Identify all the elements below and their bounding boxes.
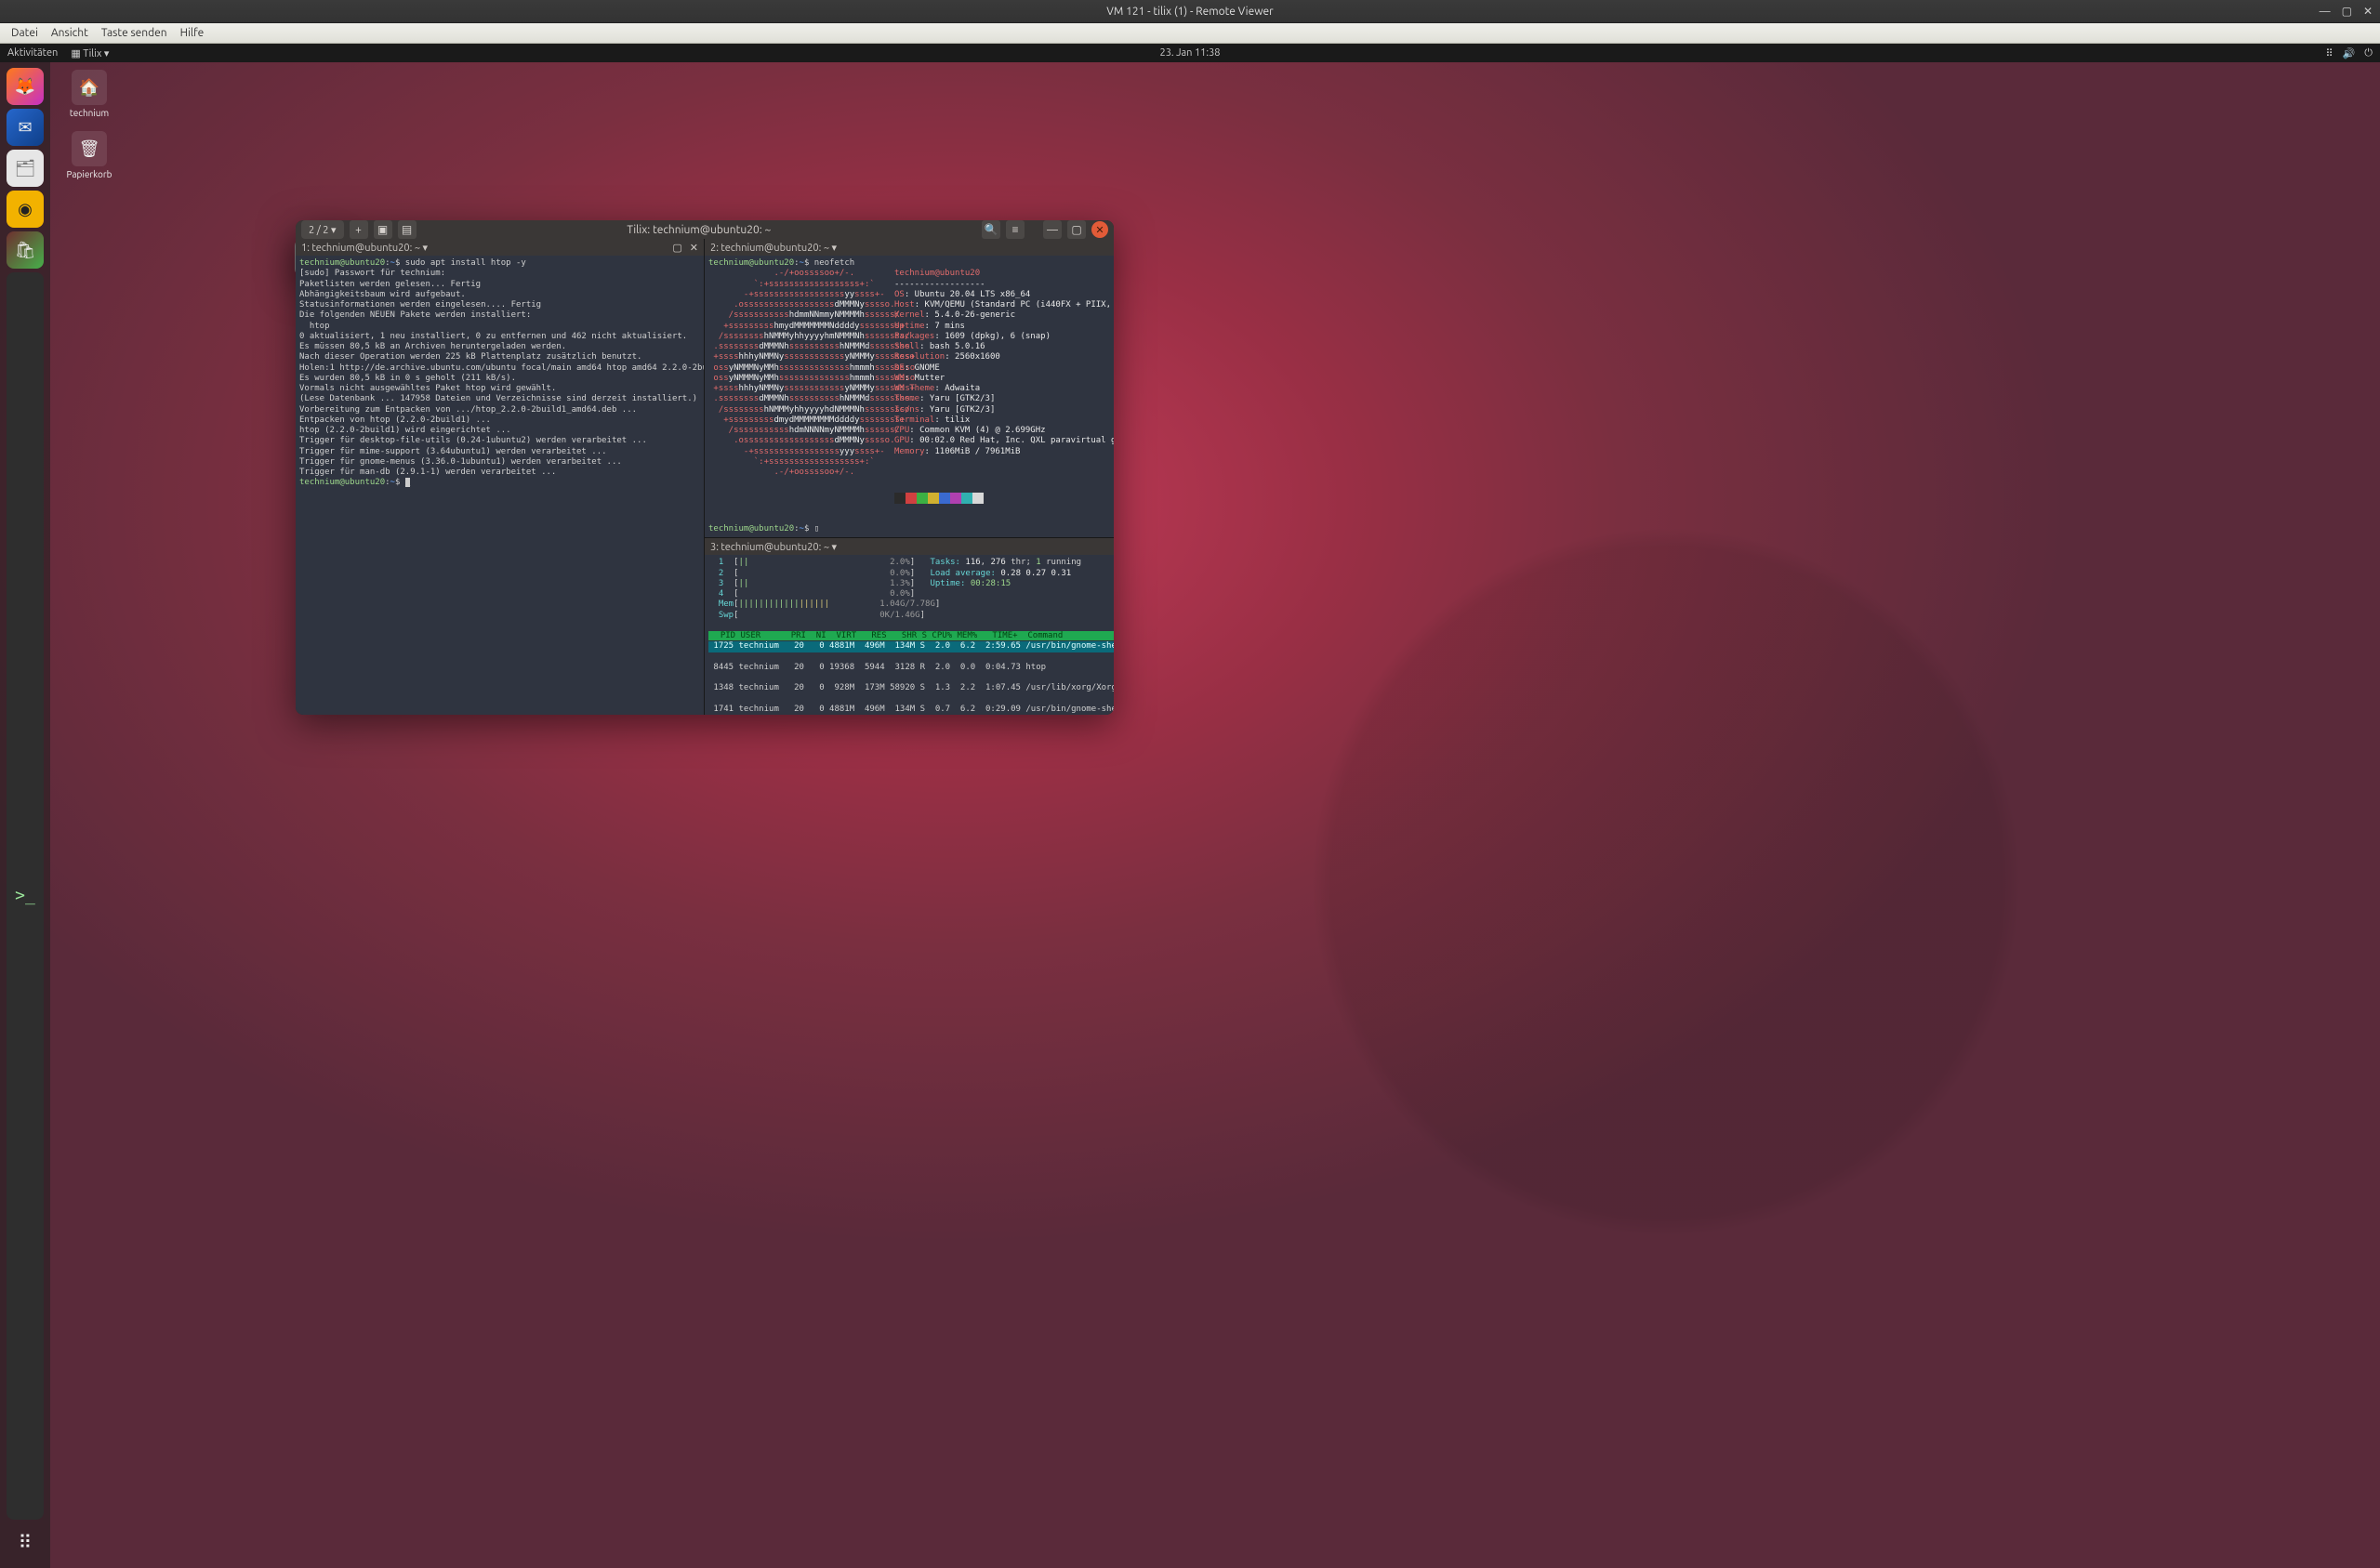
desktop-label: Papierkorb — [60, 169, 119, 179]
tilix-pane-1[interactable]: 1: technium@ubuntu20: ~ ▾ ▢✕ technium@ub… — [296, 239, 705, 715]
dock-app-terminal[interactable]: >_ — [7, 272, 44, 1520]
tilix-title: Tilix: technium@ubuntu20: ~ — [422, 224, 976, 236]
terminal-1[interactable]: technium@ubuntu20:~$ sudo apt install ht… — [296, 256, 704, 715]
tilix-headerbar[interactable]: 2 / 2 ▾ + ▣ ▤ Tilix: technium@ubuntu20: … — [296, 220, 1114, 239]
dock-app-rhythmbox[interactable]: ◉ — [7, 191, 44, 228]
sound-icon[interactable]: 🔊 — [2343, 47, 2356, 59]
dock-app-files[interactable]: 🗂 — [7, 150, 44, 187]
tilix-pane-2[interactable]: 2: technium@ubuntu20: ~ ▾ ▢✕ technium@ub… — [705, 239, 1114, 538]
tilix-session-switcher[interactable]: 2 / 2 ▾ — [301, 220, 344, 239]
gnome-clock[interactable]: 23. Jan 11:38 — [1159, 47, 1220, 59]
desktop-icons: 🏠 technium 🗑 Papierkorb — [60, 70, 119, 192]
guest-screen: Aktivitäten ▦ Tilix ▾ 23. Jan 11:38 ⠿ 🔊 … — [0, 44, 2380, 1568]
remote-viewer-window: VM 121 - tilix (1) - Remote Viewer — ▢ ✕… — [0, 0, 2380, 1568]
power-icon[interactable]: ⏻ — [2364, 47, 2373, 59]
terminal-3[interactable]: 1 [|| 2.0%] Tasks: 116, 276 thr; 1 runni… — [705, 555, 1114, 715]
home-folder-icon: 🏠 — [72, 70, 107, 105]
pane-maximize-icon[interactable]: ▢ — [672, 242, 681, 254]
pane-tab-3[interactable]: 3: technium@ubuntu20: ~ ▾ ▢✕ — [705, 538, 1114, 555]
pane-close-icon[interactable]: ✕ — [690, 242, 698, 254]
minimize-icon[interactable]: — — [2320, 6, 2331, 18]
desktop-icon-home[interactable]: 🏠 technium — [60, 70, 119, 118]
dock-app-thunderbird[interactable]: ✉ — [7, 109, 44, 146]
terminal-2[interactable]: technium@ubuntu20:~$ neofetch .-/+oossss… — [705, 256, 1114, 537]
menu-view[interactable]: Ansicht — [51, 27, 88, 39]
show-applications-icon[interactable]: ⠿ — [7, 1523, 44, 1561]
pane-tab-2[interactable]: 2: technium@ubuntu20: ~ ▾ ▢✕ — [705, 239, 1114, 256]
close-icon[interactable]: ✕ — [2363, 5, 2373, 18]
app-indicator[interactable]: ▦ Tilix ▾ — [71, 47, 109, 59]
tilix-search-button[interactable]: 🔍 — [982, 220, 1000, 239]
window-minimize-button[interactable]: — — [1043, 220, 1062, 239]
menu-sendkey[interactable]: Taste senden — [101, 27, 167, 39]
window-maximize-button[interactable]: ▢ — [1067, 220, 1086, 239]
tilix-fullscreen-button[interactable]: ▣ — [374, 220, 392, 239]
desktop-label: technium — [60, 108, 119, 118]
gnome-topbar[interactable]: Aktivitäten ▦ Tilix ▾ 23. Jan 11:38 ⠿ 🔊 … — [0, 44, 2380, 62]
remote-viewer-title: VM 121 - tilix (1) - Remote Viewer — [1106, 6, 1273, 18]
tilix-hamburger-button[interactable]: ≡ — [1006, 220, 1025, 239]
pane-tab-1[interactable]: 1: technium@ubuntu20: ~ ▾ ▢✕ — [296, 239, 704, 256]
window-close-button[interactable]: ✕ — [1091, 221, 1108, 238]
dock-app-firefox[interactable]: 🦊 — [7, 68, 44, 105]
remote-viewer-menubar: Datei Ansicht Taste senden Hilfe — [0, 23, 2380, 44]
menu-file[interactable]: Datei — [11, 27, 38, 39]
network-icon[interactable]: ⠿ — [2326, 47, 2334, 59]
tilix-window[interactable]: 2 / 2 ▾ + ▣ ▤ Tilix: technium@ubuntu20: … — [296, 220, 1114, 715]
gnome-dock: 🦊 ✉ 🗂 ◉ 🛍 >_ ▦ ⠿ — [0, 62, 50, 1568]
tilix-sidebar-button[interactable]: ▤ — [398, 220, 416, 239]
remote-viewer-titlebar[interactable]: VM 121 - tilix (1) - Remote Viewer — ▢ ✕ — [0, 0, 2380, 23]
dock-app-software[interactable]: 🛍 — [7, 231, 44, 269]
menu-help[interactable]: Hilfe — [180, 27, 205, 39]
trash-icon: 🗑 — [72, 131, 107, 166]
activities-button[interactable]: Aktivitäten — [7, 47, 58, 59]
tilix-pane-3[interactable]: 3: technium@ubuntu20: ~ ▾ ▢✕ 1 [|| 2.0%]… — [705, 538, 1114, 715]
maximize-icon[interactable]: ▢ — [2342, 5, 2352, 18]
tilix-add-session-button[interactable]: + — [350, 220, 368, 239]
desktop-icon-trash[interactable]: 🗑 Papierkorb — [60, 131, 119, 179]
tilix-body: 1: technium@ubuntu20: ~ ▾ ▢✕ technium@ub… — [296, 239, 1114, 715]
